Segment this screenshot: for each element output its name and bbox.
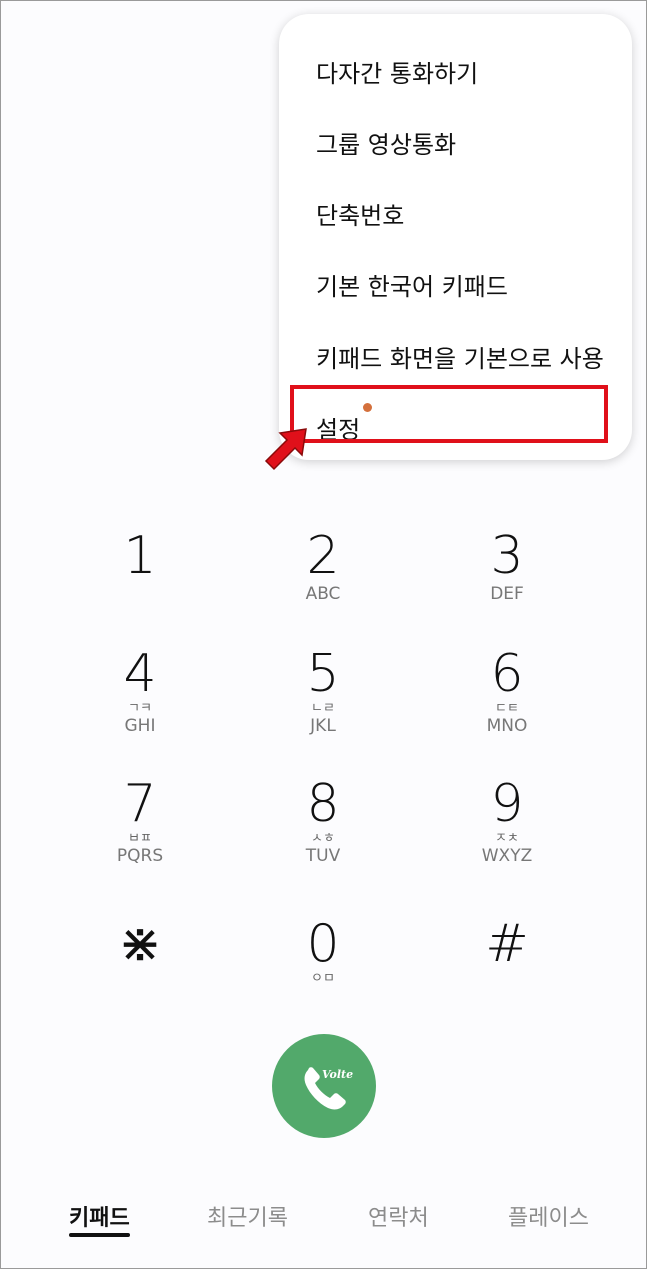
call-button[interactable]: Volte xyxy=(272,1034,376,1138)
key-korean: ㅂㅍ xyxy=(128,831,152,846)
key-digit: # xyxy=(485,914,529,974)
volte-badge: Volte xyxy=(322,1068,353,1081)
menu-item-group-video-call[interactable]: 그룹 영상통화 xyxy=(316,130,456,160)
key-letters: GHI xyxy=(124,716,156,736)
key-1[interactable]: 1 xyxy=(80,528,200,584)
key-letters: ABC xyxy=(305,584,341,604)
key-letters: TUV xyxy=(305,846,341,866)
key-korean: ㅈㅊ xyxy=(495,831,519,846)
asterisk-icon: ⋇ xyxy=(118,914,162,974)
key-5[interactable]: 5 ㄴㄹ JKL xyxy=(263,646,383,736)
key-9[interactable]: 9 ㅈㅊ WXYZ xyxy=(447,776,567,866)
tab-active-indicator xyxy=(69,1233,130,1237)
menu-item-conference-call[interactable]: 다자간 통화하기 xyxy=(316,59,478,89)
menu-item-speed-dial[interactable]: 단축번호 xyxy=(316,201,404,231)
key-korean: ㅇㅁ xyxy=(311,971,335,986)
key-6[interactable]: 6 ㄷㅌ MNO xyxy=(447,646,567,736)
key-7[interactable]: 7 ㅂㅍ PQRS xyxy=(80,776,200,866)
key-digit: 5 xyxy=(306,644,340,704)
settings-highlight-box xyxy=(290,385,608,443)
key-letters: JKL xyxy=(310,716,336,736)
key-4[interactable]: 4 ㄱㅋ GHI xyxy=(80,646,200,736)
key-digit: 8 xyxy=(306,774,340,834)
key-digit: 2 xyxy=(306,526,340,586)
key-korean: ㄱㅋ xyxy=(128,701,152,716)
key-korean: ㄷㅌ xyxy=(495,701,519,716)
key-letters: PQRS xyxy=(116,846,164,866)
key-digit: 1 xyxy=(123,526,157,586)
tab-places[interactable]: 플레이스 xyxy=(508,1200,589,1232)
key-3[interactable]: 3 DEF xyxy=(447,528,567,604)
key-hash[interactable]: # xyxy=(447,916,567,972)
menu-item-korean-keypad[interactable]: 기본 한국어 키패드 xyxy=(316,272,508,302)
key-digit: 0 xyxy=(306,914,340,974)
tab-recents[interactable]: 최근기록 xyxy=(207,1200,288,1232)
key-letters: DEF xyxy=(490,584,524,604)
menu-item-keypad-default[interactable]: 키패드 화면을 기본으로 사용 xyxy=(316,344,604,374)
key-letters: WXYZ xyxy=(481,846,533,866)
key-0[interactable]: 0 ㅇㅁ xyxy=(263,916,383,986)
phone-icon: Volte xyxy=(304,1067,353,1110)
key-digit: 9 xyxy=(490,774,524,834)
key-digit: 7 xyxy=(123,774,157,834)
tab-contacts[interactable]: 연락처 xyxy=(368,1200,429,1232)
key-8[interactable]: 8 ㅅㅎ TUV xyxy=(263,776,383,866)
key-korean: ㅅㅎ xyxy=(311,831,335,846)
key-digit: 4 xyxy=(123,644,157,704)
tab-keypad[interactable]: 키패드 xyxy=(69,1200,130,1232)
key-2[interactable]: 2 ABC xyxy=(263,528,383,604)
key-digit: 3 xyxy=(490,526,524,586)
pointer-arrow-icon xyxy=(264,428,307,471)
key-korean: ㄴㄹ xyxy=(311,701,335,716)
key-letters: MNO xyxy=(486,716,528,736)
key-digit: 6 xyxy=(490,644,524,704)
key-star[interactable]: ⋇ xyxy=(80,916,200,972)
